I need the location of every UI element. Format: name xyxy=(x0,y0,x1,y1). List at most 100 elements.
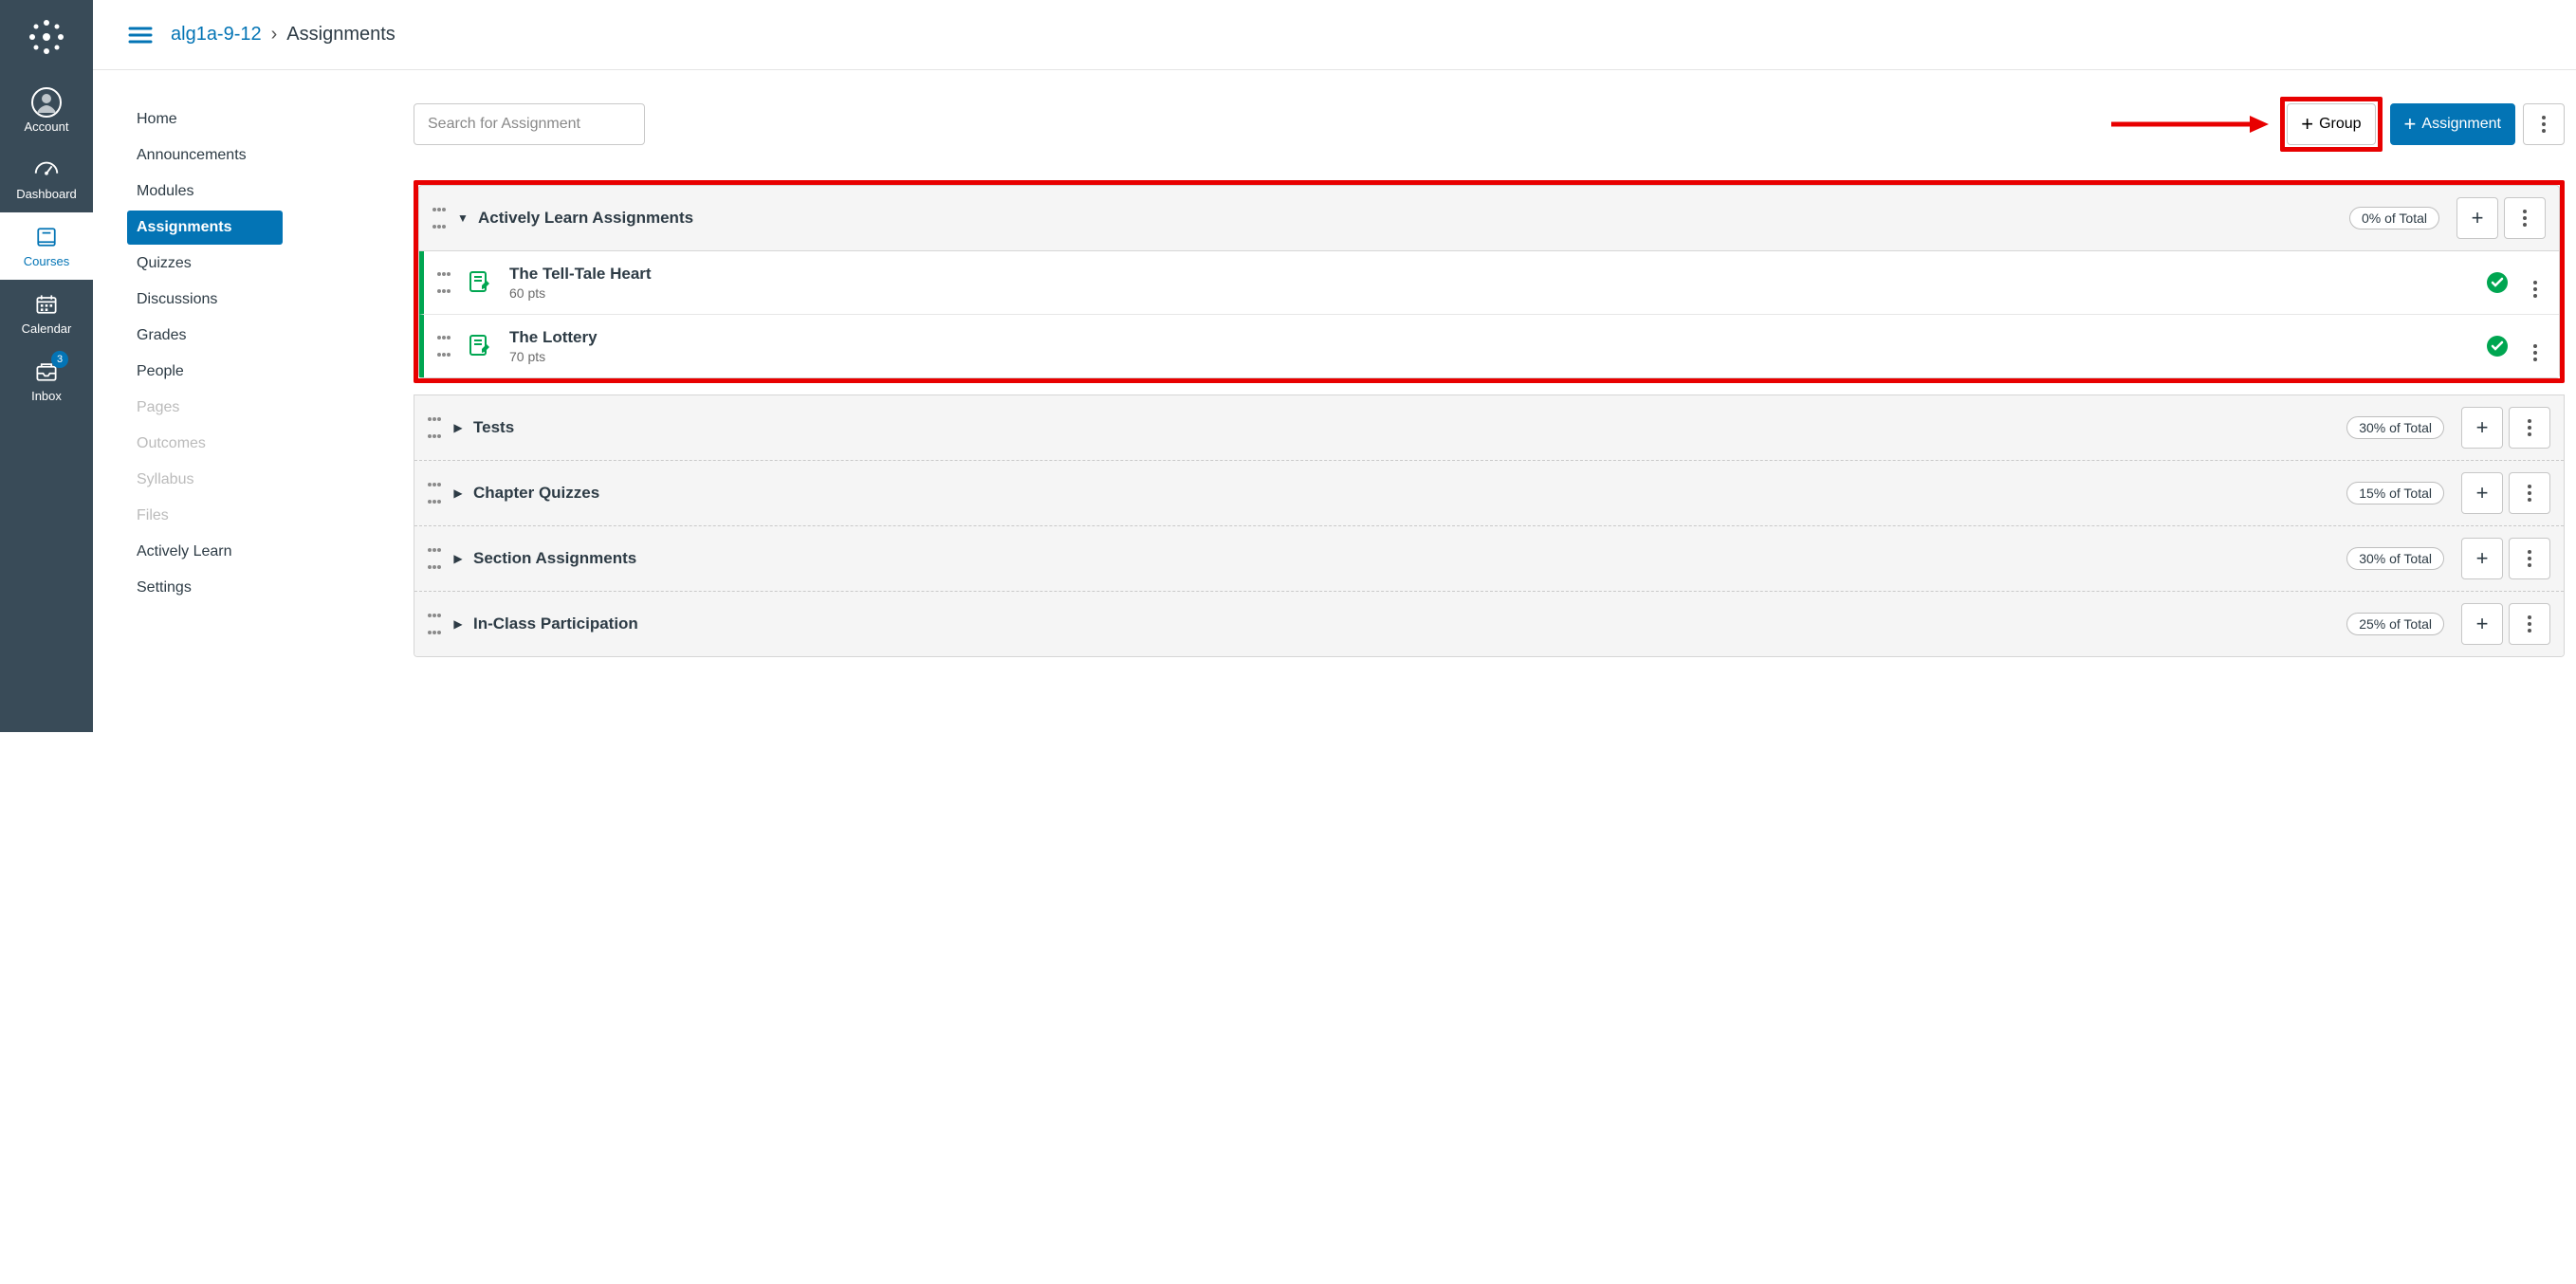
plus-icon: + xyxy=(2476,481,2489,505)
assignment-body: The Tell-Tale Heart 60 pts xyxy=(509,265,2487,301)
drag-handle-icon[interactable] xyxy=(437,272,451,293)
kebab-icon xyxy=(2528,419,2531,436)
annotation-highlight-group-box: ▼ Actively Learn Assignments 0% of Total… xyxy=(414,180,2565,383)
nav-inbox[interactable]: 3 Inbox xyxy=(0,347,93,414)
assignment-body: The Lottery 70 pts xyxy=(509,328,2487,364)
expand-toggle[interactable]: ▶ xyxy=(451,552,466,565)
breadcrumb-bar: alg1a-9-12 › Assignments xyxy=(93,0,2576,70)
annotation-arrow xyxy=(2107,113,2269,136)
nav-courses[interactable]: Courses xyxy=(0,212,93,280)
assignment-group: ▼ Actively Learn Assignments 0% of Total… xyxy=(418,185,2560,378)
group-add-button[interactable]: + xyxy=(2461,472,2503,514)
course-nav-actively-learn[interactable]: Actively Learn xyxy=(127,535,283,569)
add-group-button[interactable]: + Group xyxy=(2287,103,2375,145)
group-more-button[interactable] xyxy=(2509,538,2550,579)
course-nav-home[interactable]: Home xyxy=(127,102,283,137)
nav-calendar[interactable]: Calendar xyxy=(0,280,93,347)
group-more-button[interactable] xyxy=(2509,407,2550,449)
assignment-row[interactable]: The Tell-Tale Heart 60 pts xyxy=(419,251,2559,315)
course-nav-quizzes[interactable]: Quizzes xyxy=(127,247,283,281)
group-title: Section Assignments xyxy=(473,549,2346,568)
global-nav: Account Dashboard Courses Calendar 3 Inb… xyxy=(0,0,93,732)
group-add-button[interactable]: + xyxy=(2461,407,2503,449)
drag-handle-icon[interactable] xyxy=(428,483,441,504)
group-more-button[interactable] xyxy=(2509,472,2550,514)
group-title: Chapter Quizzes xyxy=(473,484,2346,503)
assignment-group: ▶ Section Assignments 30% of Total + xyxy=(414,525,2564,591)
published-icon[interactable] xyxy=(2487,336,2508,357)
nav-inbox-label: Inbox xyxy=(31,389,62,403)
plus-icon: + xyxy=(2476,546,2489,571)
course-nav-outcomes[interactable]: Outcomes xyxy=(127,427,283,461)
group-header: ▶ Tests 30% of Total + xyxy=(414,395,2564,460)
course-nav-grades[interactable]: Grades xyxy=(127,319,283,353)
hamburger-icon[interactable] xyxy=(127,22,154,48)
drag-handle-icon[interactable] xyxy=(428,417,441,438)
course-nav-files[interactable]: Files xyxy=(127,499,283,533)
group-add-button[interactable]: + xyxy=(2461,603,2503,645)
assignment-row[interactable]: The Lottery 70 pts xyxy=(419,315,2559,377)
expand-toggle[interactable]: ▶ xyxy=(451,421,466,434)
assignment-icon xyxy=(468,270,492,295)
courses-icon xyxy=(31,222,62,252)
nav-dashboard-label: Dashboard xyxy=(16,187,77,201)
breadcrumb-course-link[interactable]: alg1a-9-12 xyxy=(171,24,262,46)
course-nav-settings[interactable]: Settings xyxy=(127,571,283,605)
kebab-icon xyxy=(2523,210,2527,227)
group-header: ▼ Actively Learn Assignments 0% of Total… xyxy=(419,186,2559,250)
assignment-list: The Tell-Tale Heart 60 pts xyxy=(419,250,2559,377)
expand-toggle[interactable]: ▼ xyxy=(455,211,470,225)
toolbar-more-button[interactable] xyxy=(2523,103,2565,145)
plus-icon: + xyxy=(2476,415,2489,440)
course-nav-discussions[interactable]: Discussions xyxy=(127,283,283,317)
add-group-label: Group xyxy=(2319,116,2361,133)
group-more-button[interactable] xyxy=(2509,603,2550,645)
course-nav-syllabus[interactable]: Syllabus xyxy=(127,463,283,497)
assignment-points: 60 pts xyxy=(509,285,2487,301)
course-nav-assignments[interactable]: Assignments xyxy=(127,211,283,245)
collapsed-groups-stack: ▶ Tests 30% of Total + ▶ Chapter Quizzes… xyxy=(414,394,2565,657)
group-more-button[interactable] xyxy=(2504,197,2546,239)
nav-account[interactable]: Account xyxy=(0,78,93,145)
group-add-button[interactable]: + xyxy=(2461,538,2503,579)
expand-toggle[interactable]: ▶ xyxy=(451,486,466,500)
drag-handle-icon[interactable] xyxy=(437,336,451,357)
course-nav-announcements[interactable]: Announcements xyxy=(127,138,283,173)
kebab-icon xyxy=(2533,281,2537,298)
group-weight-chip: 0% of Total xyxy=(2349,207,2439,229)
group-add-button[interactable]: + xyxy=(2456,197,2498,239)
kebab-icon xyxy=(2533,344,2537,361)
nav-calendar-label: Calendar xyxy=(22,321,72,336)
user-icon xyxy=(31,87,62,118)
calendar-icon xyxy=(31,289,62,320)
drag-handle-icon[interactable] xyxy=(428,548,441,569)
app-logo xyxy=(27,17,66,57)
group-title: Actively Learn Assignments xyxy=(478,209,2349,228)
assignment-title: The Lottery xyxy=(509,328,2487,347)
assignment-title: The Tell-Tale Heart xyxy=(509,265,2487,284)
search-input[interactable] xyxy=(414,103,645,145)
drag-handle-icon[interactable] xyxy=(432,208,446,229)
add-assignment-label: Assignment xyxy=(2421,116,2501,133)
assignment-points: 70 pts xyxy=(509,349,2487,364)
assignment-group: ▶ Chapter Quizzes 15% of Total + xyxy=(414,460,2564,525)
breadcrumb-separator: › xyxy=(271,24,278,46)
kebab-icon xyxy=(2528,615,2531,633)
group-header: ▶ Chapter Quizzes 15% of Total + xyxy=(414,461,2564,525)
expand-toggle[interactable]: ▶ xyxy=(451,617,466,631)
assignment-more-button[interactable] xyxy=(2525,268,2546,298)
group-weight-chip: 30% of Total xyxy=(2346,416,2444,439)
plus-icon: + xyxy=(2404,114,2417,135)
assignment-icon xyxy=(468,334,492,358)
course-nav-modules[interactable]: Modules xyxy=(127,174,283,209)
nav-account-label: Account xyxy=(25,119,69,134)
assignments-toolbar: + Group + Assignment xyxy=(414,97,2565,152)
group-header: ▶ In-Class Participation 25% of Total + xyxy=(414,592,2564,656)
published-icon[interactable] xyxy=(2487,272,2508,293)
course-nav-pages[interactable]: Pages xyxy=(127,391,283,425)
nav-dashboard[interactable]: Dashboard xyxy=(0,145,93,212)
drag-handle-icon[interactable] xyxy=(428,614,441,634)
assignment-more-button[interactable] xyxy=(2525,332,2546,361)
add-assignment-button[interactable]: + Assignment xyxy=(2390,103,2515,145)
course-nav-people[interactable]: People xyxy=(127,355,283,389)
